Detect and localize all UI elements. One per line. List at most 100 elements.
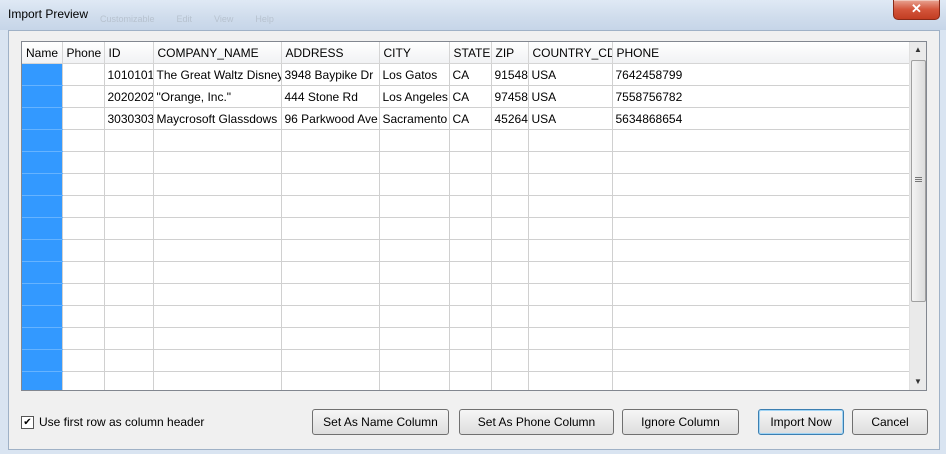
table-cell[interactable] <box>281 173 380 196</box>
table-cell[interactable]: 5634868654 <box>612 107 910 130</box>
empty-row[interactable] <box>22 371 910 390</box>
table-cell[interactable] <box>104 239 154 262</box>
table-cell[interactable] <box>22 371 63 390</box>
table-cell[interactable] <box>612 151 910 174</box>
table-cell[interactable] <box>612 327 910 350</box>
table-cell[interactable] <box>153 261 282 284</box>
table-cell[interactable] <box>449 195 492 218</box>
table-cell[interactable] <box>281 283 380 306</box>
first-row-header-option[interactable]: ✔ Use first row as column header <box>21 415 204 429</box>
table-cell[interactable] <box>528 305 613 328</box>
table-cell[interactable] <box>491 371 529 390</box>
table-cell[interactable] <box>153 129 282 152</box>
table-cell[interactable] <box>22 195 63 218</box>
table-cell[interactable] <box>104 327 154 350</box>
table-cell[interactable] <box>612 129 910 152</box>
table-cell[interactable] <box>612 371 910 390</box>
empty-row[interactable] <box>22 173 910 196</box>
table-cell[interactable] <box>528 349 613 372</box>
table-cell[interactable] <box>379 283 450 306</box>
table-cell[interactable] <box>528 129 613 152</box>
table-cell[interactable]: 91548 <box>491 63 529 86</box>
table-cell[interactable] <box>22 129 63 152</box>
table-cell[interactable]: 45264 <box>491 107 529 130</box>
table-cell[interactable] <box>281 305 380 328</box>
table-cell[interactable] <box>281 349 380 372</box>
table-cell[interactable] <box>104 195 154 218</box>
empty-row[interactable] <box>22 217 910 240</box>
table-row[interactable]: 2020202 "Orange, Inc." 444 Stone Rd Los Ang… <box>22 85 910 108</box>
scroll-thumb[interactable] <box>911 60 926 302</box>
table-cell[interactable] <box>379 129 450 152</box>
table-cell[interactable] <box>449 217 492 240</box>
table-cell[interactable] <box>281 371 380 390</box>
table-cell[interactable] <box>491 173 529 196</box>
table-cell[interactable] <box>104 349 154 372</box>
table-cell[interactable] <box>528 371 613 390</box>
column-header[interactable]: COMPANY_NAME <box>153 42 282 64</box>
table-row[interactable]: 3030303 Maycrosoft Glassdows 96 Parkwood A… <box>22 107 910 130</box>
table-cell[interactable] <box>62 371 105 390</box>
table-cell[interactable]: 3030303 <box>104 107 154 130</box>
table-cell[interactable]: The Great Waltz Disney <box>153 63 282 86</box>
table-cell[interactable] <box>62 349 105 372</box>
table-cell[interactable]: 7642458799 <box>612 63 910 86</box>
table-cell[interactable] <box>22 217 63 240</box>
table-cell[interactable]: Sacramento <box>379 107 450 130</box>
empty-row[interactable] <box>22 305 910 328</box>
preview-grid[interactable]: Name Phone ID COMPANY_NAME ADDRESS CITY STATE Z… <box>21 41 927 391</box>
table-cell[interactable] <box>281 217 380 240</box>
table-cell[interactable] <box>22 63 63 86</box>
table-cell[interactable] <box>104 151 154 174</box>
table-cell[interactable] <box>281 129 380 152</box>
table-cell[interactable] <box>62 195 105 218</box>
table-cell[interactable] <box>449 129 492 152</box>
table-cell[interactable] <box>612 239 910 262</box>
scroll-up-icon[interactable]: ▲ <box>910 42 926 58</box>
table-cell[interactable] <box>528 195 613 218</box>
table-cell[interactable] <box>153 305 282 328</box>
table-cell[interactable] <box>62 283 105 306</box>
table-cell[interactable] <box>281 151 380 174</box>
table-cell[interactable] <box>491 327 529 350</box>
table-cell[interactable] <box>104 305 154 328</box>
table-cell[interactable] <box>449 371 492 390</box>
table-cell[interactable]: CA <box>449 85 492 108</box>
empty-row[interactable] <box>22 327 910 350</box>
table-cell[interactable] <box>491 305 529 328</box>
close-button[interactable]: ✕ <box>893 0 940 20</box>
column-header[interactable]: COUNTRY_CD <box>528 42 613 64</box>
table-cell[interactable]: Los Gatos <box>379 63 450 86</box>
table-cell[interactable]: 2020202 <box>104 85 154 108</box>
table-cell[interactable] <box>104 217 154 240</box>
table-cell[interactable] <box>104 173 154 196</box>
table-cell[interactable]: 7558756782 <box>612 85 910 108</box>
table-cell[interactable] <box>153 195 282 218</box>
set-name-column-button[interactable]: Set As Name Column <box>312 409 449 435</box>
empty-row[interactable] <box>22 195 910 218</box>
table-cell[interactable]: Los Angeles <box>379 85 450 108</box>
table-cell[interactable] <box>22 151 63 174</box>
table-cell[interactable] <box>104 129 154 152</box>
table-cell[interactable] <box>22 327 63 350</box>
empty-row[interactable] <box>22 151 910 174</box>
table-cell[interactable] <box>153 283 282 306</box>
table-cell[interactable] <box>612 195 910 218</box>
table-cell[interactable]: CA <box>449 63 492 86</box>
table-cell[interactable] <box>153 327 282 350</box>
empty-row[interactable] <box>22 239 910 262</box>
table-cell[interactable] <box>62 173 105 196</box>
table-cell[interactable] <box>62 85 105 108</box>
table-cell[interactable] <box>62 239 105 262</box>
table-cell[interactable] <box>22 107 63 130</box>
table-cell[interactable]: 1010101 <box>104 63 154 86</box>
table-cell[interactable] <box>528 327 613 350</box>
table-cell[interactable] <box>528 239 613 262</box>
table-cell[interactable] <box>491 239 529 262</box>
table-cell[interactable] <box>379 261 450 284</box>
table-cell[interactable] <box>62 107 105 130</box>
table-cell[interactable]: USA <box>528 107 613 130</box>
table-cell[interactable] <box>379 195 450 218</box>
table-cell[interactable] <box>379 349 450 372</box>
table-cell[interactable] <box>491 195 529 218</box>
